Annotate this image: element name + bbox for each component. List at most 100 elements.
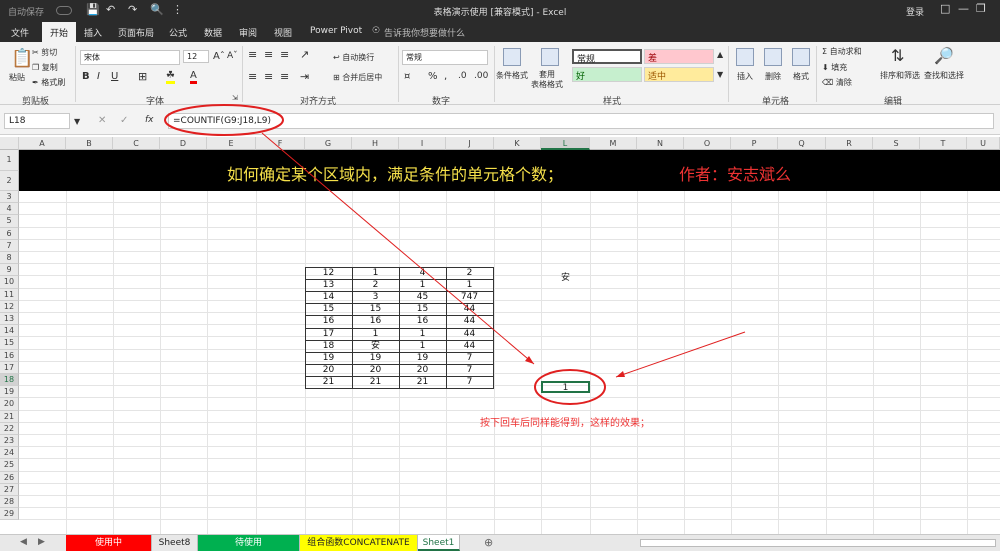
name-box-dropdown-icon[interactable]: ▼ bbox=[74, 117, 80, 126]
row-header-26[interactable]: 26 bbox=[0, 471, 19, 484]
column-header-a[interactable]: A bbox=[19, 137, 66, 150]
table-cell[interactable]: 安 bbox=[352, 340, 399, 352]
tab-view[interactable]: 视图 bbox=[274, 26, 292, 39]
table-cell[interactable]: 2 bbox=[352, 279, 399, 291]
table-cell[interactable]: 44 bbox=[446, 303, 493, 315]
column-header-j[interactable]: J bbox=[446, 137, 494, 150]
new-sheet-icon[interactable]: ⊕ bbox=[484, 536, 493, 549]
row-header-2[interactable]: 2 bbox=[0, 170, 19, 191]
font-size-select[interactable]: 12 bbox=[183, 50, 209, 63]
column-header-u[interactable]: U bbox=[967, 137, 1000, 150]
horizontal-scrollbar[interactable] bbox=[640, 539, 996, 547]
indent-icon[interactable]: ⇥ bbox=[300, 70, 309, 83]
row-header-15[interactable]: 15 bbox=[0, 337, 19, 350]
conditional-format-button[interactable]: 条件格式 bbox=[496, 70, 528, 81]
table-cell[interactable]: 1 bbox=[352, 328, 399, 340]
cancel-icon[interactable]: ✕ bbox=[98, 115, 106, 126]
criteria-cell[interactable]: 安 bbox=[561, 270, 570, 283]
fill-button[interactable]: ⬇ 填充 bbox=[822, 62, 847, 73]
table-cell[interactable]: 19 bbox=[399, 352, 446, 364]
font-color-icon[interactable]: A bbox=[190, 70, 197, 84]
tab-power-pivot[interactable]: Power Pivot bbox=[310, 26, 362, 36]
percent-icon[interactable]: % bbox=[428, 71, 438, 82]
row-header-24[interactable]: 24 bbox=[0, 447, 19, 460]
table-cell[interactable]: 20 bbox=[352, 364, 399, 376]
table-cell[interactable]: 16 bbox=[352, 315, 399, 327]
insert-function-button[interactable]: fx bbox=[145, 115, 154, 125]
row-header-23[interactable]: 23 bbox=[0, 435, 19, 448]
enter-icon[interactable]: ✓ bbox=[120, 115, 128, 126]
table-cell[interactable]: 15 bbox=[399, 303, 446, 315]
find-select-button[interactable]: 查找和选择 bbox=[924, 70, 964, 81]
login-button[interactable]: 登录 bbox=[906, 5, 924, 18]
fill-color-icon[interactable]: ☘ bbox=[166, 70, 175, 84]
table-cell[interactable]: 7 bbox=[446, 364, 493, 376]
insert-cells-button[interactable]: 插入 bbox=[737, 71, 753, 82]
cut-button[interactable]: ✂ 剪切 bbox=[32, 47, 57, 58]
select-all-corner[interactable] bbox=[0, 137, 19, 150]
align-right-icon[interactable]: ≡ bbox=[280, 70, 289, 83]
sheet-tab-concatenate[interactable]: 组合函数CONCATENATE bbox=[300, 535, 418, 551]
table-cell[interactable]: 17 bbox=[305, 328, 352, 340]
paste-button[interactable]: 粘贴 bbox=[9, 72, 25, 83]
row-header-28[interactable]: 28 bbox=[0, 496, 19, 509]
copy-button[interactable]: ❐ 复制 bbox=[32, 62, 58, 73]
row-header-16[interactable]: 16 bbox=[0, 349, 19, 362]
row-header-10[interactable]: 10 bbox=[0, 276, 19, 289]
delete-cells-button[interactable]: 删除 bbox=[765, 71, 781, 82]
row-header-1[interactable]: 1 bbox=[0, 150, 19, 171]
column-header-l[interactable]: L bbox=[541, 137, 590, 150]
column-header-o[interactable]: O bbox=[684, 137, 731, 150]
row-header-8[interactable]: 8 bbox=[0, 252, 19, 265]
row-header-11[interactable]: 11 bbox=[0, 288, 19, 301]
paste-icon[interactable]: 📋 bbox=[11, 48, 33, 69]
bold-icon[interactable]: B bbox=[82, 71, 90, 82]
table-cell[interactable]: 18 bbox=[305, 340, 352, 352]
row-header-13[interactable]: 13 bbox=[0, 313, 19, 326]
column-header-p[interactable]: P bbox=[731, 137, 778, 150]
align-left-icon[interactable]: ≡ bbox=[248, 70, 257, 83]
table-cell[interactable]: 21 bbox=[399, 376, 446, 388]
row-header-19[interactable]: 19 bbox=[0, 386, 19, 399]
increase-decimal-icon[interactable]: .0 bbox=[458, 71, 467, 81]
format-cells-icon[interactable] bbox=[792, 48, 810, 66]
row-header-5[interactable]: 5 bbox=[0, 215, 19, 228]
sort-filter-button[interactable]: 排序和筛选 bbox=[880, 70, 920, 81]
column-header-k[interactable]: K bbox=[494, 137, 541, 150]
style-neutral[interactable]: 适中 bbox=[644, 67, 714, 82]
tab-file[interactable]: 文件 bbox=[11, 26, 29, 39]
align-bottom-icon[interactable]: ≡ bbox=[280, 48, 289, 61]
table-cell[interactable]: 13 bbox=[305, 279, 352, 291]
clear-button[interactable]: ⌫ 清除 bbox=[822, 77, 852, 88]
column-header-r[interactable]: R bbox=[826, 137, 873, 150]
column-header-e[interactable]: E bbox=[207, 137, 256, 150]
sheet-tab-sheet8[interactable]: Sheet8 bbox=[152, 535, 198, 551]
tab-page-layout[interactable]: 页面布局 bbox=[118, 26, 154, 39]
table-cell[interactable]: 19 bbox=[352, 352, 399, 364]
sheet-tab-pending[interactable]: 待使用 bbox=[198, 535, 300, 551]
column-header-f[interactable]: F bbox=[256, 137, 305, 150]
tab-data[interactable]: 数据 bbox=[204, 26, 222, 39]
table-cell[interactable]: 14 bbox=[305, 291, 352, 303]
column-header-b[interactable]: B bbox=[66, 137, 113, 150]
column-header-g[interactable]: G bbox=[305, 137, 352, 150]
row-header-20[interactable]: 20 bbox=[0, 398, 19, 411]
align-middle-icon[interactable]: ≡ bbox=[264, 48, 273, 61]
tab-home[interactable]: 开始 bbox=[42, 22, 77, 42]
table-cell[interactable]: 19 bbox=[305, 352, 352, 364]
table-cell[interactable]: 15 bbox=[305, 303, 352, 315]
table-cell[interactable]: 12 bbox=[305, 267, 352, 279]
conditional-format-icon[interactable] bbox=[503, 48, 521, 66]
decrease-decimal-icon[interactable]: .00 bbox=[474, 71, 488, 81]
column-header-h[interactable]: H bbox=[352, 137, 399, 150]
active-cell-l18[interactable]: 1 bbox=[541, 381, 590, 393]
row-header-18[interactable]: 18 bbox=[0, 374, 19, 387]
format-painter-button[interactable]: ✒ 格式刷 bbox=[32, 77, 65, 88]
currency-icon[interactable]: ¤ bbox=[404, 71, 410, 82]
table-cell[interactable]: 4 bbox=[399, 267, 446, 279]
style-normal[interactable]: 常规 bbox=[572, 49, 642, 65]
table-cell[interactable]: 1 bbox=[399, 279, 446, 291]
border-icon[interactable]: ⊞ bbox=[138, 70, 147, 83]
table-cell[interactable]: 44 bbox=[446, 340, 493, 352]
style-good[interactable]: 好 bbox=[572, 67, 642, 82]
